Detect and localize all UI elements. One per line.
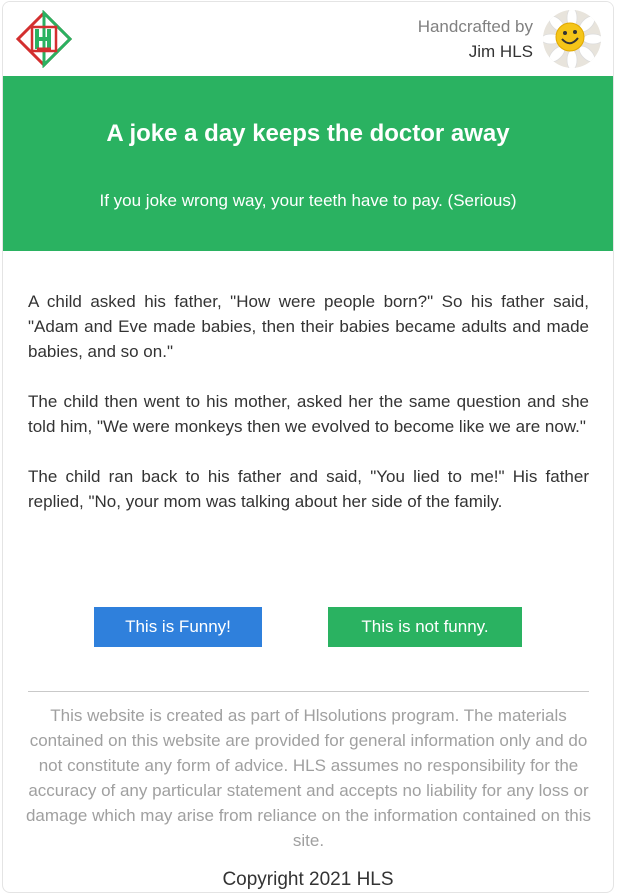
copyright-text: Copyright 2021 HLS — [222, 869, 394, 890]
credit-block: Handcrafted by Jim HLS — [418, 14, 533, 64]
footer-divider — [28, 691, 589, 692]
joke-paragraph: The child then went to his mother, asked… — [28, 392, 589, 436]
funny-button[interactable]: This is Funny! — [94, 607, 262, 647]
joke-text: A child asked his father, "How were peop… — [28, 289, 589, 539]
joke-paragraph: A child asked his father, "How were peop… — [28, 292, 589, 361]
hero-banner: A joke a day keeps the doctor away If yo… — [3, 76, 613, 251]
hls-logo-icon[interactable] — [15, 10, 73, 68]
author-name: Jim HLS — [468, 42, 533, 61]
hero-subtitle: If you joke wrong way, your teeth have t… — [99, 191, 517, 210]
joke-paragraph: The child ran back to his father and sai… — [28, 467, 589, 511]
not-funny-button[interactable]: This is not funny. — [328, 607, 522, 647]
header: Handcrafted by Jim HLS — [3, 2, 613, 76]
hero-title: A joke a day keeps the doctor away — [106, 120, 510, 147]
credit-label: Handcrafted by — [417, 17, 533, 36]
joke-card: Handcrafted by Jim HLS A joke a day keep… — [2, 1, 614, 893]
page: Handcrafted by Jim HLS A joke a day keep… — [0, 0, 617, 896]
smiley-avatar-icon[interactable] — [543, 10, 601, 68]
disclaimer-text: This website is created as part of Hlsol… — [25, 706, 592, 850]
